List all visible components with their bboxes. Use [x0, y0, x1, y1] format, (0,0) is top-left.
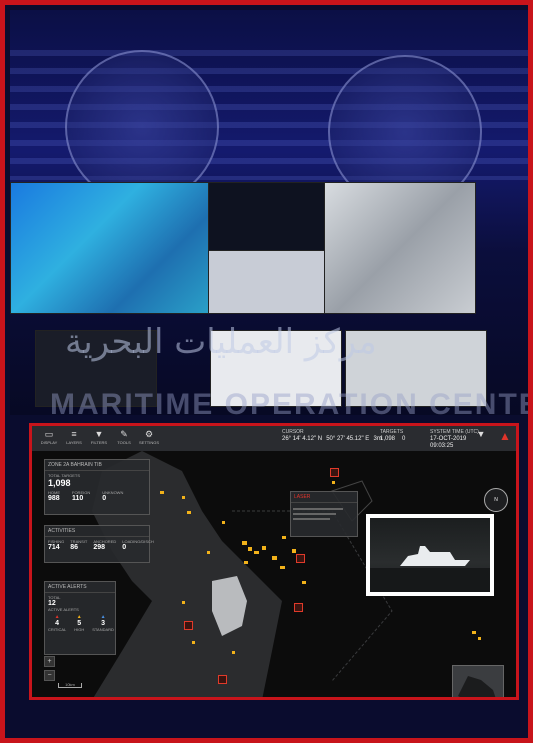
filter-icon: ▼: [94, 429, 104, 439]
poster-frame: مركز العمليات البحرية MARITIME OPERATION…: [0, 0, 533, 743]
compass-icon[interactable]: N: [484, 488, 508, 512]
zone-summary-card[interactable]: ZONE 2A BAHRAIN TIB TOTAL TARGETS 1,098 …: [44, 459, 150, 515]
filter-toggle-icon[interactable]: ▼: [470, 429, 492, 449]
target-detail-popup[interactable]: LASER: [290, 491, 358, 537]
zoom-out-button[interactable]: −: [44, 670, 55, 681]
wall-screen-right: [324, 182, 476, 314]
alert-triangle-icon[interactable]: ▲: [494, 429, 516, 449]
scale-bar: 10km: [58, 683, 82, 688]
active-alerts-card[interactable]: ACTIVE ALERTS TOTAL 12 ACTIVE ALERTS ▲ 4 C…: [44, 581, 116, 655]
tools-button[interactable]: ✎ TOOLS: [113, 429, 135, 449]
minimap-land: [458, 676, 496, 697]
activities-card[interactable]: ACTIVITIES FISHING 714 TRANSIT 86 ANCHORED…: [44, 525, 154, 563]
layers-button[interactable]: ≡ LAYERS: [63, 429, 85, 449]
wall-screen-left: [10, 182, 210, 314]
alert-marker[interactable]: [218, 675, 227, 684]
layers-icon: ≡: [71, 429, 77, 439]
settings-button[interactable]: ⚙ SETTINGS: [138, 429, 160, 449]
map-view[interactable]: ZONE 2A BAHRAIN TIB TOTAL TARGETS 1,098 …: [32, 451, 516, 697]
maritime-dashboard: ▭ DISPLAY ≡ LAYERS ▼ FILTERS ✎ TOOLS ⚙ SETTIN…: [29, 423, 519, 700]
targets-readout: TARGETS 1,098 0: [380, 429, 406, 442]
toolbar: ▭ DISPLAY ≡ LAYERS ▼ FILTERS ✎ TOOLS ⚙ SETTIN…: [32, 426, 516, 452]
alert-marker[interactable]: [294, 603, 303, 612]
overview-minimap[interactable]: [452, 665, 504, 697]
wall-screen-center-bottom: [208, 250, 326, 314]
arabic-title: مركز العمليات البحرية: [65, 322, 377, 362]
zoom-in-button[interactable]: +: [44, 656, 55, 667]
navy-emblem: [65, 50, 219, 204]
operations-room-photo: مركز العمليات البحرية MARITIME OPERATION…: [10, 10, 533, 415]
alert-marker[interactable]: [296, 554, 305, 563]
display-button[interactable]: ▭ DISPLAY: [38, 429, 60, 449]
wall-screen-center-top: [208, 182, 326, 252]
alert-marker[interactable]: [184, 621, 193, 630]
english-title: MARITIME OPERATION CENTER: [50, 388, 533, 415]
vessel-camera-feed[interactable]: [366, 514, 494, 596]
filters-button[interactable]: ▼ FILTERS: [88, 429, 110, 449]
patrol-vessel-image: [370, 546, 490, 592]
gear-icon: ⚙: [144, 429, 154, 439]
cursor-readout: CURSOR 26° 14' 4.12" N 50° 27' 45.12" E …: [282, 429, 382, 442]
tools-icon: ✎: [120, 429, 128, 439]
alert-marker[interactable]: [330, 468, 339, 477]
monitor-icon: ▭: [44, 429, 54, 439]
